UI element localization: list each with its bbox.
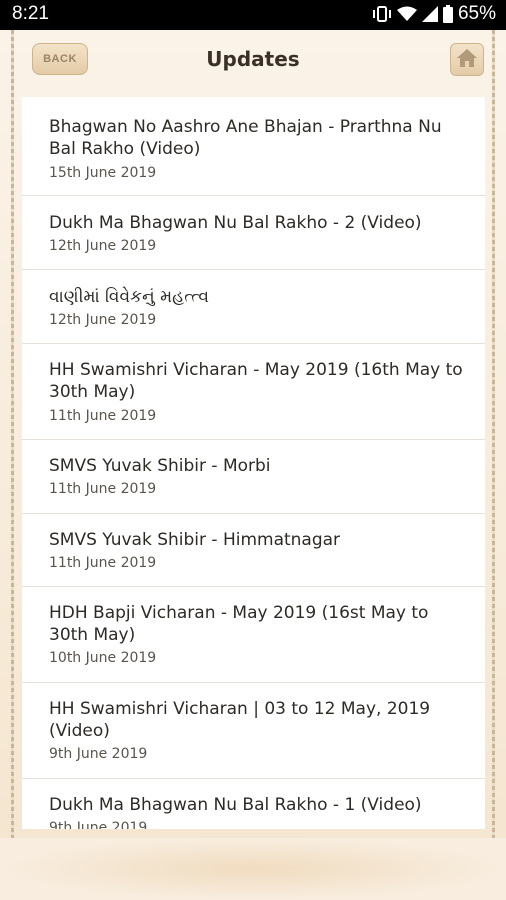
status-bar: 8:21 65% <box>0 0 506 30</box>
item-date: 11th June 2019 <box>49 481 157 497</box>
item-date: 10th June 2019 <box>49 650 157 666</box>
decorative-border-right <box>492 30 495 900</box>
list-item[interactable]: Bhagwan No Aashro Ane Bhajan - Prarthna … <box>22 97 485 196</box>
updates-list: Bhagwan No Aashro Ane Bhajan - Prarthna … <box>22 97 485 829</box>
status-time: 8:21 <box>12 3 49 24</box>
wifi-icon <box>396 6 417 22</box>
item-date: 9th June 2019 <box>49 820 148 829</box>
app-header: BACK Updates <box>0 30 506 92</box>
home-icon <box>456 48 478 72</box>
battery-icon <box>442 5 453 23</box>
footer-bar <box>0 838 506 900</box>
signal-icon <box>421 6 438 22</box>
item-title: HH Swamishri Vicharan | 03 to 12 May, 20… <box>49 699 431 741</box>
list-item[interactable]: HDH Bapji Vicharan - May 2019 (16st May … <box>22 587 485 683</box>
item-date: 12th June 2019 <box>49 238 157 254</box>
item-title: વાણીમાં વિવેકનું મહત્ત્વ <box>49 287 209 307</box>
list-item[interactable]: HH Swamishri Vicharan - May 2019 (16th M… <box>22 344 485 440</box>
home-button[interactable] <box>450 43 484 76</box>
item-date: 9th June 2019 <box>49 746 148 762</box>
item-title: Dukh Ma Bhagwan Nu Bal Rakho - 1 (Video) <box>49 795 422 815</box>
decorative-border-left <box>11 30 14 900</box>
item-title: Dukh Ma Bhagwan Nu Bal Rakho - 2 (Video) <box>49 213 422 233</box>
list-item[interactable]: Dukh Ma Bhagwan Nu Bal Rakho - 1 (Video)… <box>22 779 485 829</box>
list-item[interactable]: વાણીમાં વિવેકનું મહત્ત્વ 12th June 2019 <box>22 270 485 344</box>
item-date: 11th June 2019 <box>49 555 157 571</box>
item-date: 12th June 2019 <box>49 312 157 328</box>
vibrate-icon <box>372 5 392 23</box>
list-item[interactable]: Dukh Ma Bhagwan Nu Bal Rakho - 2 (Video)… <box>22 196 485 270</box>
battery-percent: 65% <box>457 3 496 24</box>
item-title: Bhagwan No Aashro Ane Bhajan - Prarthna … <box>49 117 442 159</box>
item-title: SMVS Yuvak Shibir - Himmatnagar <box>49 530 341 550</box>
list-item[interactable]: HH Swamishri Vicharan | 03 to 12 May, 20… <box>22 683 485 779</box>
list-item[interactable]: SMVS Yuvak Shibir - Morbi 11th June 2019 <box>22 440 485 514</box>
item-title: SMVS Yuvak Shibir - Morbi <box>49 456 271 476</box>
item-date: 15th June 2019 <box>49 165 157 181</box>
item-title: HDH Bapji Vicharan - May 2019 (16st May … <box>49 603 429 645</box>
list-item[interactable]: SMVS Yuvak Shibir - Himmatnagar 11th Jun… <box>22 514 485 587</box>
page-title: Updates <box>206 47 300 71</box>
item-title: HH Swamishri Vicharan - May 2019 (16th M… <box>49 360 463 402</box>
status-icons: 65% <box>372 3 496 25</box>
item-date: 11th June 2019 <box>49 408 157 424</box>
